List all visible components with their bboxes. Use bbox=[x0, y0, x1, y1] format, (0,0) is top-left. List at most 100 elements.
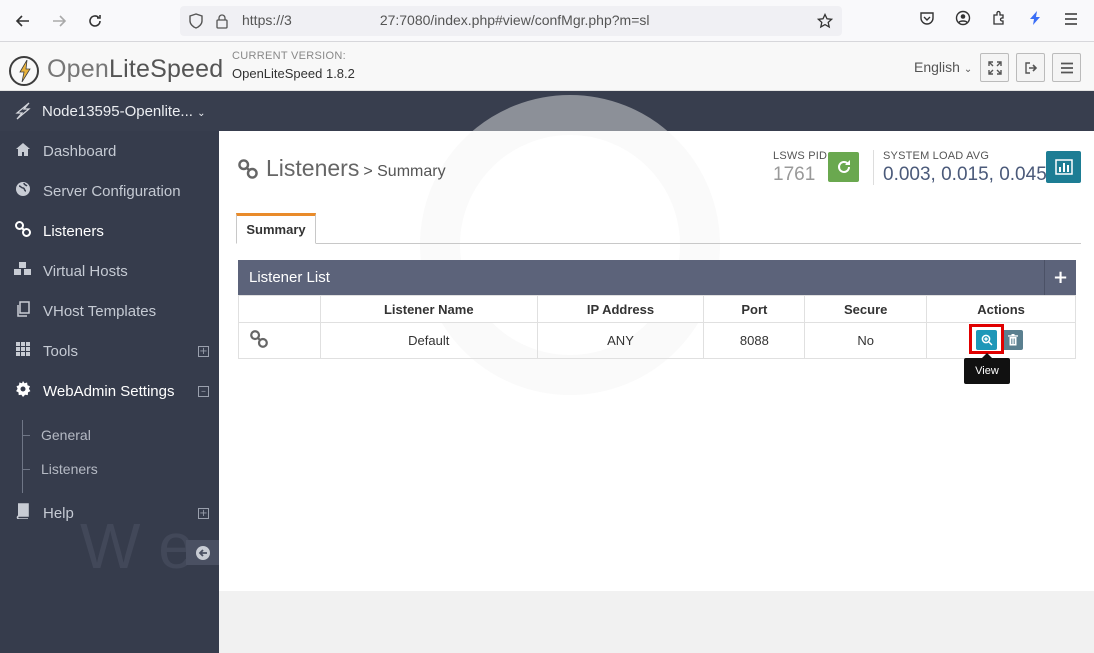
expand-plus-icon[interactable]: + bbox=[198, 507, 209, 519]
sidebar-item-label: Help bbox=[43, 504, 74, 522]
sidebar-item-label: WebAdmin Settings bbox=[43, 382, 175, 400]
ip-address-cell: ANY bbox=[536, 322, 705, 359]
sidebar-item-tools[interactable]: Tools + bbox=[0, 331, 219, 371]
refresh-icon bbox=[837, 160, 850, 173]
book-icon bbox=[13, 503, 33, 523]
bar-chart-icon bbox=[1054, 159, 1073, 175]
system-load-value: 0.003, 0.015, 0.045 bbox=[883, 164, 1047, 185]
submenu-tick bbox=[22, 469, 30, 470]
header-icon-col bbox=[238, 295, 321, 323]
header-listener-name[interactable]: Listener Name bbox=[319, 295, 538, 323]
shield-icon[interactable] bbox=[188, 13, 204, 29]
forward-icon[interactable] bbox=[46, 8, 72, 34]
arrow-circle-left-icon bbox=[195, 545, 210, 560]
delete-button[interactable] bbox=[1002, 330, 1023, 350]
sidebar: W e Dashboard Server Configuration Liste… bbox=[0, 131, 219, 653]
logout-button[interactable] bbox=[1016, 53, 1045, 82]
sidebar-item-label: Virtual Hosts bbox=[43, 262, 128, 280]
current-version-label: CURRENT VERSION: bbox=[232, 50, 346, 62]
logo-icon[interactable] bbox=[9, 56, 39, 86]
sidebar-item-dashboard[interactable]: Dashboard bbox=[0, 131, 219, 171]
menu-toggle-button[interactable] bbox=[1052, 53, 1081, 82]
submenu-tick bbox=[22, 435, 30, 436]
fullscreen-button[interactable] bbox=[980, 53, 1009, 82]
submenu-item-listeners[interactable]: Listeners bbox=[41, 461, 98, 477]
restart-button[interactable] bbox=[828, 152, 859, 182]
link-icon bbox=[250, 330, 268, 348]
sidebar-item-listeners[interactable]: Listeners bbox=[0, 211, 219, 251]
copy-icon bbox=[13, 301, 33, 321]
page-title-text: Listeners bbox=[266, 155, 360, 181]
grid-icon bbox=[13, 341, 33, 361]
lsws-pid-value: 1761 bbox=[773, 164, 816, 185]
sidebar-item-label: Tools bbox=[43, 342, 79, 360]
globe-icon bbox=[13, 181, 33, 201]
highlight-box bbox=[969, 324, 1004, 354]
expand-plus-icon[interactable]: + bbox=[198, 345, 209, 357]
listener-table: Listener Name IP Address Port Secure Act… bbox=[238, 295, 1076, 359]
node-selector[interactable]: Node13595-Openlite... ⌄ bbox=[42, 103, 206, 120]
gear-icon bbox=[13, 381, 33, 401]
language-label: English bbox=[914, 59, 960, 75]
bookmark-star-icon[interactable] bbox=[816, 12, 834, 29]
collapse-minus-icon[interactable]: – bbox=[198, 385, 209, 397]
bars-icon bbox=[1060, 62, 1073, 73]
page-subtitle: > Summary bbox=[363, 163, 446, 180]
url-bar[interactable]: https://3 27:7080/index.php#view/confMgr.… bbox=[180, 6, 842, 36]
add-listener-button[interactable]: + bbox=[1044, 260, 1076, 295]
pocket-icon[interactable] bbox=[916, 10, 938, 32]
home-icon bbox=[13, 142, 33, 161]
plus-icon: + bbox=[1052, 267, 1069, 288]
lightning-icon[interactable] bbox=[1024, 10, 1046, 32]
link-icon bbox=[13, 220, 33, 242]
sidebar-item-virtual-hosts[interactable]: Virtual Hosts bbox=[0, 251, 219, 291]
panel-title: Listener List bbox=[249, 269, 330, 286]
listener-name-cell[interactable]: Default bbox=[319, 322, 538, 359]
stat-divider bbox=[873, 150, 874, 185]
header-actions: Actions bbox=[926, 295, 1076, 323]
sidebar-item-label: Dashboard bbox=[43, 142, 117, 160]
header-secure[interactable]: Secure bbox=[804, 295, 928, 323]
url-text: https://3 27:7080/index.php#view/confMgr.… bbox=[242, 12, 650, 29]
sidebar-item-server-configuration[interactable]: Server Configuration bbox=[0, 171, 219, 211]
system-load-label: SYSTEM LOAD AVG bbox=[883, 150, 990, 162]
node-bolt-icon bbox=[15, 102, 31, 120]
sign-out-icon bbox=[1024, 61, 1037, 74]
trash-icon bbox=[1007, 334, 1018, 346]
submenu-item-general[interactable]: General bbox=[41, 427, 91, 443]
footer-area bbox=[219, 591, 1094, 653]
sidebar-item-help[interactable]: Help + bbox=[0, 493, 219, 533]
logo-litespeed: LiteSpeed bbox=[108, 55, 224, 83]
row-icon-cell bbox=[238, 322, 321, 359]
submenu-line bbox=[22, 420, 23, 493]
logo-open: Open bbox=[47, 55, 109, 83]
sidebar-item-vhost-templates[interactable]: VHost Templates bbox=[0, 291, 219, 331]
real-time-stats-button[interactable] bbox=[1046, 151, 1081, 183]
extensions-icon[interactable] bbox=[988, 10, 1010, 32]
hamburger-menu-icon[interactable] bbox=[1060, 10, 1082, 32]
chevron-down-icon: ⌄ bbox=[963, 64, 973, 75]
node-name: Node13595-Openlite... bbox=[42, 103, 193, 120]
header-ip-address[interactable]: IP Address bbox=[536, 295, 705, 323]
sidebar-item-label: Server Configuration bbox=[43, 182, 181, 200]
lsws-pid-label: LSWS PID bbox=[773, 150, 828, 162]
sidebar-item-label: Listeners bbox=[43, 222, 104, 240]
cubes-icon bbox=[13, 261, 33, 281]
header-port[interactable]: Port bbox=[703, 295, 806, 323]
tab-summary[interactable]: Summary bbox=[236, 213, 316, 244]
sidebar-collapse-button[interactable] bbox=[186, 540, 219, 565]
account-icon[interactable] bbox=[952, 10, 974, 32]
lock-icon[interactable] bbox=[214, 13, 230, 29]
table-row: Default ANY 8088 No bbox=[238, 322, 1076, 359]
page-title: Listeners > Summary bbox=[266, 155, 446, 182]
app-header: OpenLiteSpeed CURRENT VERSION: OpenLiteS… bbox=[0, 42, 1094, 91]
sidebar-item-webadmin-settings[interactable]: WebAdmin Settings – bbox=[0, 371, 219, 411]
tabs-divider bbox=[236, 243, 1081, 244]
reload-icon[interactable] bbox=[82, 8, 108, 34]
port-cell: 8088 bbox=[703, 322, 806, 359]
language-dropdown[interactable]: English ⌄ bbox=[914, 59, 972, 75]
listener-list-panel-header: Listener List + bbox=[238, 260, 1076, 295]
logo-text[interactable]: OpenLiteSpeed bbox=[47, 55, 223, 84]
url-redacted bbox=[291, 14, 380, 29]
back-icon[interactable] bbox=[10, 8, 36, 34]
